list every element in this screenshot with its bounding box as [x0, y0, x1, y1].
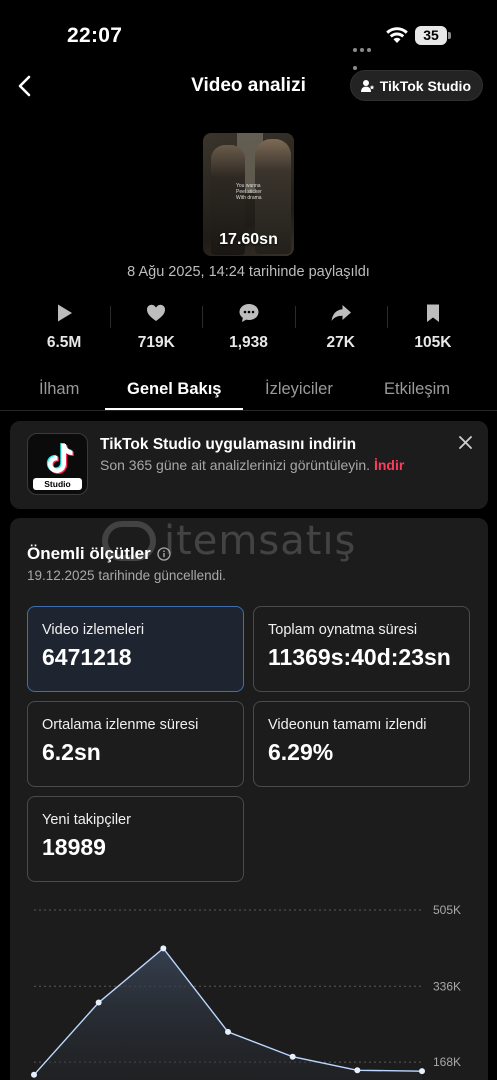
- chart-y-tick-label: 168K: [433, 1055, 461, 1069]
- tiktok-studio-app-icon: Studio: [27, 433, 88, 495]
- analytics-tabs: İlham Genel Bakış İzleyiciler Etkileşim: [0, 367, 497, 411]
- chart-y-tick-label: 505K: [433, 903, 461, 917]
- battery-level: 35: [415, 26, 447, 45]
- chart-data-point: [419, 1068, 425, 1075]
- play-icon: [58, 304, 73, 322]
- tab-izleyiciler[interactable]: İzleyiciler: [265, 380, 333, 399]
- tiktok-studio-button[interactable]: TikTok Studio: [349, 70, 483, 101]
- metric-value: 18989: [42, 834, 106, 860]
- stat-views: 6.5M: [18, 300, 110, 356]
- metric-label: Videonun tamamı izlendi: [268, 717, 427, 733]
- metric-video-views[interactable]: Video izlemeleri 6471218: [27, 606, 244, 692]
- chart-data-point: [225, 1028, 231, 1035]
- stat-comments-value: 1,938: [229, 334, 268, 351]
- metrics-title: Önemli ölçütler: [27, 544, 171, 564]
- bookmark-icon: [426, 304, 439, 322]
- tab-genel-bakis[interactable]: Genel Bakış: [127, 380, 221, 399]
- stat-saves-value: 105K: [414, 334, 452, 351]
- chart-data-point: [160, 945, 167, 952]
- share-icon: [331, 305, 351, 321]
- tiktok-studio-label: TikTok Studio: [379, 77, 471, 94]
- info-icon[interactable]: [157, 547, 171, 561]
- stat-shares: 27K: [294, 300, 387, 356]
- stat-saves: 105K: [386, 300, 479, 356]
- close-icon[interactable]: [459, 436, 472, 449]
- metric-label: Toplam oynatma süresi: [268, 622, 418, 638]
- tiktok-logo-icon: [46, 443, 74, 474]
- stat-likes: 719K: [110, 300, 202, 356]
- metric-label: Yeni takipçiler: [42, 812, 131, 828]
- metric-value: 6.2sn: [42, 739, 101, 765]
- comment-icon: [239, 304, 258, 322]
- chart-data-point: [95, 999, 102, 1006]
- chart-area-fill: [34, 948, 422, 1080]
- header: Video analizi TikTok Studio: [0, 66, 497, 106]
- metric-new-followers[interactable]: Yeni takipçiler 18989: [27, 796, 244, 882]
- thumbnail-caption: You wanna Peel sticker With drama: [236, 183, 262, 201]
- key-metrics-card: itemsatış Önemli ölçütler 19.12.2025 tar…: [10, 518, 488, 1080]
- download-link[interactable]: İndir: [374, 457, 404, 473]
- video-duration: 17.60sn: [219, 231, 278, 248]
- banner-text: Son 365 güne ait analizlerinizi görüntül…: [100, 457, 404, 473]
- metric-full-video-watched[interactable]: Videonun tamamı izlendi 6.29%: [253, 701, 470, 787]
- stat-shares-value: 27K: [326, 334, 355, 351]
- metric-total-play-time[interactable]: Toplam oynatma süresi 11369s:40d:23sn: [253, 606, 470, 692]
- tab-etkilesim[interactable]: Etkileşim: [384, 380, 450, 399]
- metrics-title-text: Önemli ölçütler: [27, 544, 151, 563]
- posted-date: 8 Ağu 2025, 14:24 tarihinde paylaşıldı: [127, 264, 370, 280]
- banner-title: TikTok Studio uygulamasını indirin: [100, 436, 357, 453]
- metrics-updated-date: 19.12.2025 tarihinde güncellendi.: [27, 568, 226, 583]
- stat-likes-value: 719K: [137, 334, 175, 351]
- stat-views-value: 6.5M: [46, 334, 82, 351]
- banner-description: Son 365 güne ait analizlerinizi görüntül…: [100, 457, 371, 473]
- wifi-icon: [386, 27, 408, 43]
- studio-download-banner: Studio TikTok Studio uygulamasını indiri…: [10, 421, 488, 509]
- metric-value: 6.29%: [268, 739, 334, 765]
- user-star-icon: [360, 79, 375, 92]
- engagement-stats: 6.5M 719K 1,938 27K 105K: [18, 300, 479, 356]
- tab-ilham[interactable]: İlham: [39, 380, 79, 399]
- signal-dots-icon: [353, 39, 379, 70]
- views-chart: 505K 336K 168K: [31, 903, 461, 1080]
- active-tab-indicator: [105, 408, 243, 410]
- battery-icon: 35: [415, 26, 451, 45]
- metric-value: 6471218: [42, 644, 132, 670]
- metric-value: 11369s:40d:23sn: [268, 644, 451, 670]
- metric-label: Ortalama izlenme süresi: [42, 717, 199, 733]
- status-time: 22:07: [67, 24, 123, 47]
- chart-data-point: [31, 1071, 37, 1078]
- status-bar: 22:07 35: [0, 0, 497, 70]
- chart-y-tick-label: 336K: [433, 979, 461, 993]
- studio-app-label: Studio: [33, 478, 82, 490]
- metric-average-watch-time[interactable]: Ortalama izlenme süresi 6.2sn: [27, 701, 244, 787]
- metric-label: Video izlemeleri: [42, 622, 145, 638]
- chart-data-point: [354, 1067, 361, 1074]
- stat-comments: 1,938: [202, 300, 294, 356]
- heart-icon: [147, 304, 166, 321]
- chart-data-point: [289, 1053, 296, 1060]
